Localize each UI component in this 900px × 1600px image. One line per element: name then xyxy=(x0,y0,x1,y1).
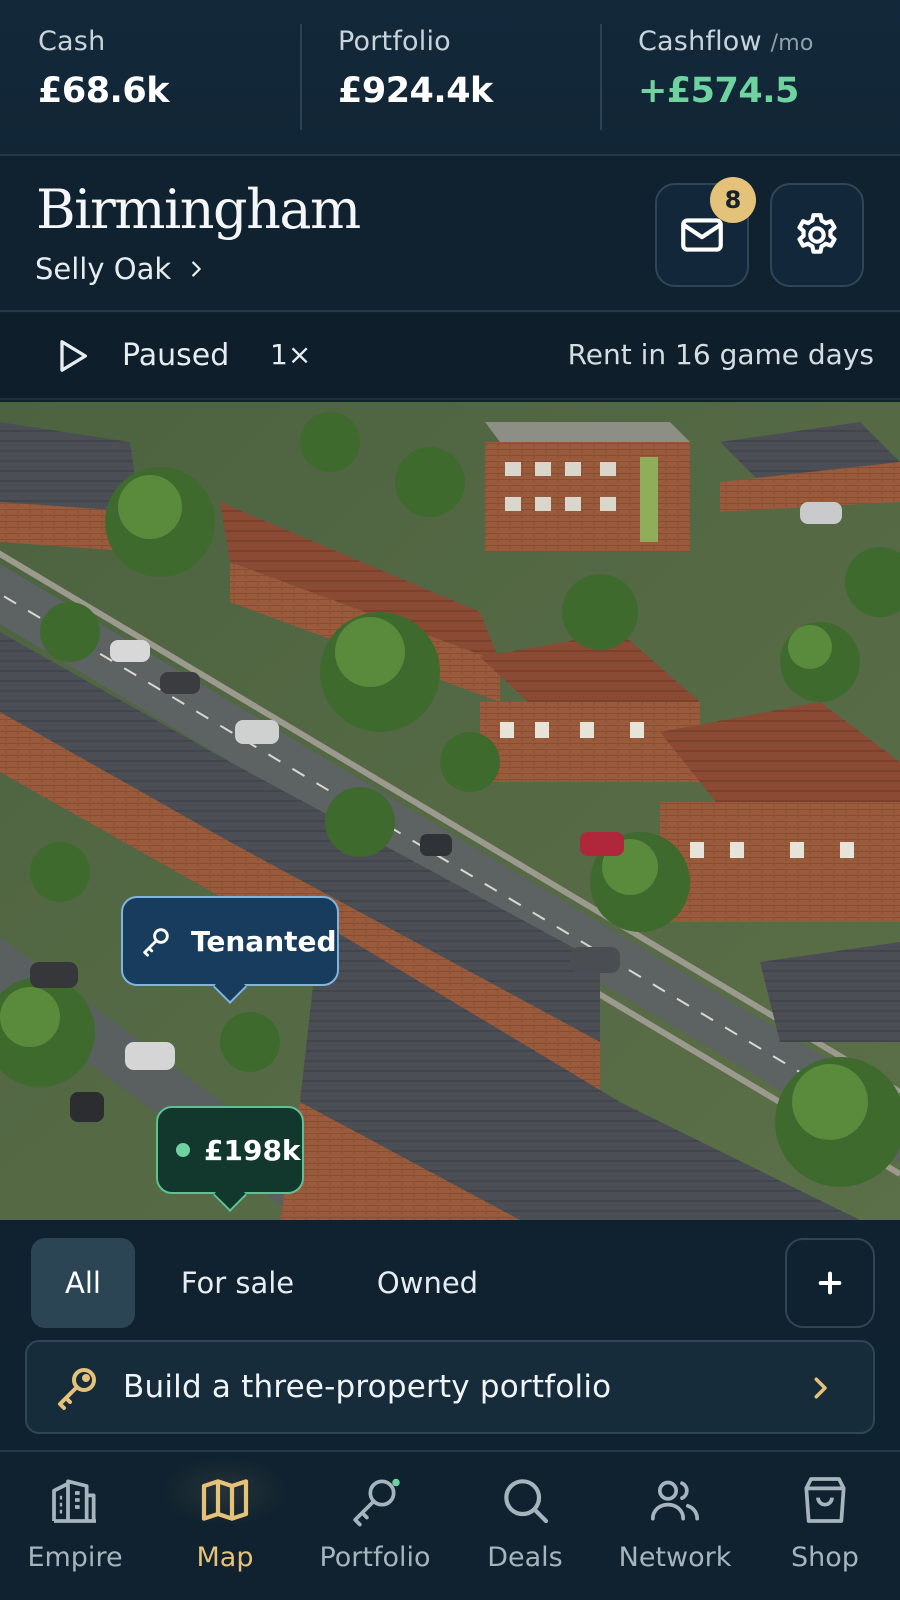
filter-owned[interactable]: Owned xyxy=(360,1238,495,1328)
portfolio-stat: Portfolio £924.4k xyxy=(300,0,600,154)
goal-text: Build a three-property portfolio xyxy=(123,1369,612,1405)
cashflow-label: Cashflow xyxy=(638,26,762,57)
portfolio-label: Portfolio xyxy=(338,26,451,57)
district-selector[interactable]: Selly Oak xyxy=(35,252,207,286)
for-sale-property-pin[interactable]: £198k xyxy=(156,1106,304,1194)
tenanted-pin-label: Tenanted xyxy=(191,924,337,958)
inbox-count-badge: 8 xyxy=(710,177,756,223)
nav-portfolio[interactable]: Portfolio xyxy=(300,1452,450,1600)
city-title: Birmingham xyxy=(36,178,361,241)
nav-label: Portfolio xyxy=(319,1542,431,1573)
city-map[interactable]: Tenanted £198k xyxy=(0,402,900,1220)
filter-all[interactable]: All xyxy=(31,1238,135,1328)
chevron-right-icon xyxy=(814,1377,827,1399)
rent-countdown: Rent in 16 game days xyxy=(567,338,874,371)
city-header: Birmingham Selly Oak xyxy=(0,156,900,312)
nav-deals[interactable]: Deals xyxy=(450,1452,600,1600)
play-icon[interactable] xyxy=(52,336,92,376)
gear-icon xyxy=(797,213,837,254)
cash-label: Cash xyxy=(38,26,106,57)
playback-status: Paused xyxy=(122,338,230,373)
building-icon xyxy=(52,1479,96,1523)
cashflow-value: +£574.5 xyxy=(638,71,799,111)
map-icon xyxy=(201,1479,249,1521)
goal-banner[interactable]: Build a three-property portfolio xyxy=(25,1340,875,1434)
cashflow-unit: /mo xyxy=(770,31,814,56)
plus-icon xyxy=(818,1271,842,1295)
add-button[interactable] xyxy=(785,1238,875,1328)
key-icon xyxy=(143,928,169,957)
search-icon xyxy=(504,1479,549,1524)
cash-value: £68.6k xyxy=(38,71,169,111)
stats-bar: Cash £68.6k Portfolio £924.4k Cashflow /… xyxy=(0,0,900,156)
property-filter-bar: All For sale Owned xyxy=(0,1220,900,1344)
cashflow-label-row: Cashflow /mo xyxy=(638,26,900,57)
settings-button[interactable] xyxy=(770,183,864,287)
bottom-navigation: Empire Map Portfolio Deals Network Shop xyxy=(0,1450,900,1600)
nav-label: Deals xyxy=(487,1542,563,1573)
nav-label: Network xyxy=(618,1542,732,1573)
status-dot xyxy=(176,1143,190,1157)
cashflow-stat: Cashflow /mo +£574.5 xyxy=(600,0,900,154)
speed-toggle[interactable]: 1× xyxy=(270,338,311,371)
portfolio-value: £924.4k xyxy=(338,71,493,111)
aerial-neighbourhood-illustration xyxy=(0,402,900,1220)
users-icon xyxy=(650,1480,700,1521)
tenanted-property-pin[interactable]: Tenanted xyxy=(121,896,339,986)
nav-map[interactable]: Map xyxy=(150,1452,300,1600)
nav-label: Shop xyxy=(791,1542,859,1573)
filter-for-sale[interactable]: For sale xyxy=(160,1238,315,1328)
nav-empire[interactable]: Empire xyxy=(0,1452,150,1600)
nav-label: Empire xyxy=(27,1542,123,1573)
nav-label: Map xyxy=(196,1542,254,1573)
playback-bar: Paused 1× Rent in 16 game days xyxy=(0,314,900,400)
shopping-bag-icon xyxy=(804,1477,846,1523)
cash-stat: Cash £68.6k xyxy=(0,0,300,154)
chevron-right-icon xyxy=(192,261,201,277)
key-icon xyxy=(58,1368,96,1410)
nav-network[interactable]: Network xyxy=(600,1452,750,1600)
district-label: Selly Oak xyxy=(35,252,172,286)
nav-shop[interactable]: Shop xyxy=(750,1452,900,1600)
price-pin-label: £198k xyxy=(204,1133,301,1167)
key-icon xyxy=(353,1478,400,1527)
